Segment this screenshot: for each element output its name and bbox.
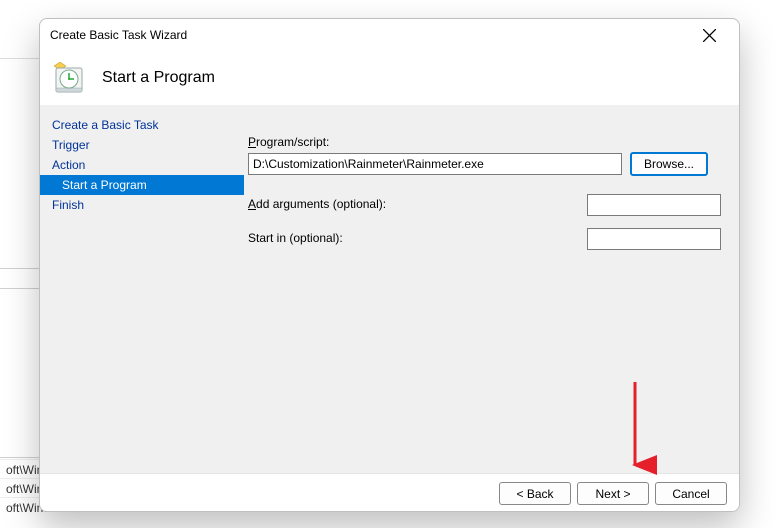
sidebar-item-create-basic-task[interactable]: Create a Basic Task <box>40 115 244 135</box>
program-script-input[interactable] <box>248 153 622 175</box>
add-arguments-input[interactable] <box>587 194 721 216</box>
start-in-input[interactable] <box>587 228 721 250</box>
start-in-label: Start in (optional): <box>248 231 343 245</box>
cancel-button[interactable]: Cancel <box>655 482 727 505</box>
sidebar-item-trigger[interactable]: Trigger <box>40 135 244 155</box>
wizard-header: Start a Program <box>40 51 739 105</box>
titlebar: Create Basic Task Wizard <box>40 19 739 51</box>
sidebar-item-finish[interactable]: Finish <box>40 195 244 215</box>
close-icon <box>703 29 716 42</box>
close-button[interactable] <box>689 21 729 49</box>
window-title: Create Basic Task Wizard <box>50 28 187 42</box>
form-area: Program/script: Browse... Add arguments … <box>244 105 739 473</box>
sidebar-item-action[interactable]: Action <box>40 155 244 175</box>
program-script-label: Program/script: <box>248 135 721 149</box>
clock-icon <box>52 62 84 94</box>
add-arguments-label: Add arguments (optional): <box>248 197 386 211</box>
wizard-body: Create a Basic Task Trigger Action Start… <box>40 105 739 473</box>
wizard-footer: < Back Next > Cancel <box>40 473 739 512</box>
page-title: Start a Program <box>102 69 215 87</box>
browse-button[interactable]: Browse... <box>630 152 708 176</box>
next-button[interactable]: Next > <box>577 482 649 505</box>
back-button[interactable]: < Back <box>499 482 571 505</box>
sidebar: Create a Basic Task Trigger Action Start… <box>40 105 244 473</box>
wizard-dialog: Create Basic Task Wizard Start a Program… <box>39 18 740 512</box>
sidebar-item-start-a-program[interactable]: Start a Program <box>40 175 244 195</box>
